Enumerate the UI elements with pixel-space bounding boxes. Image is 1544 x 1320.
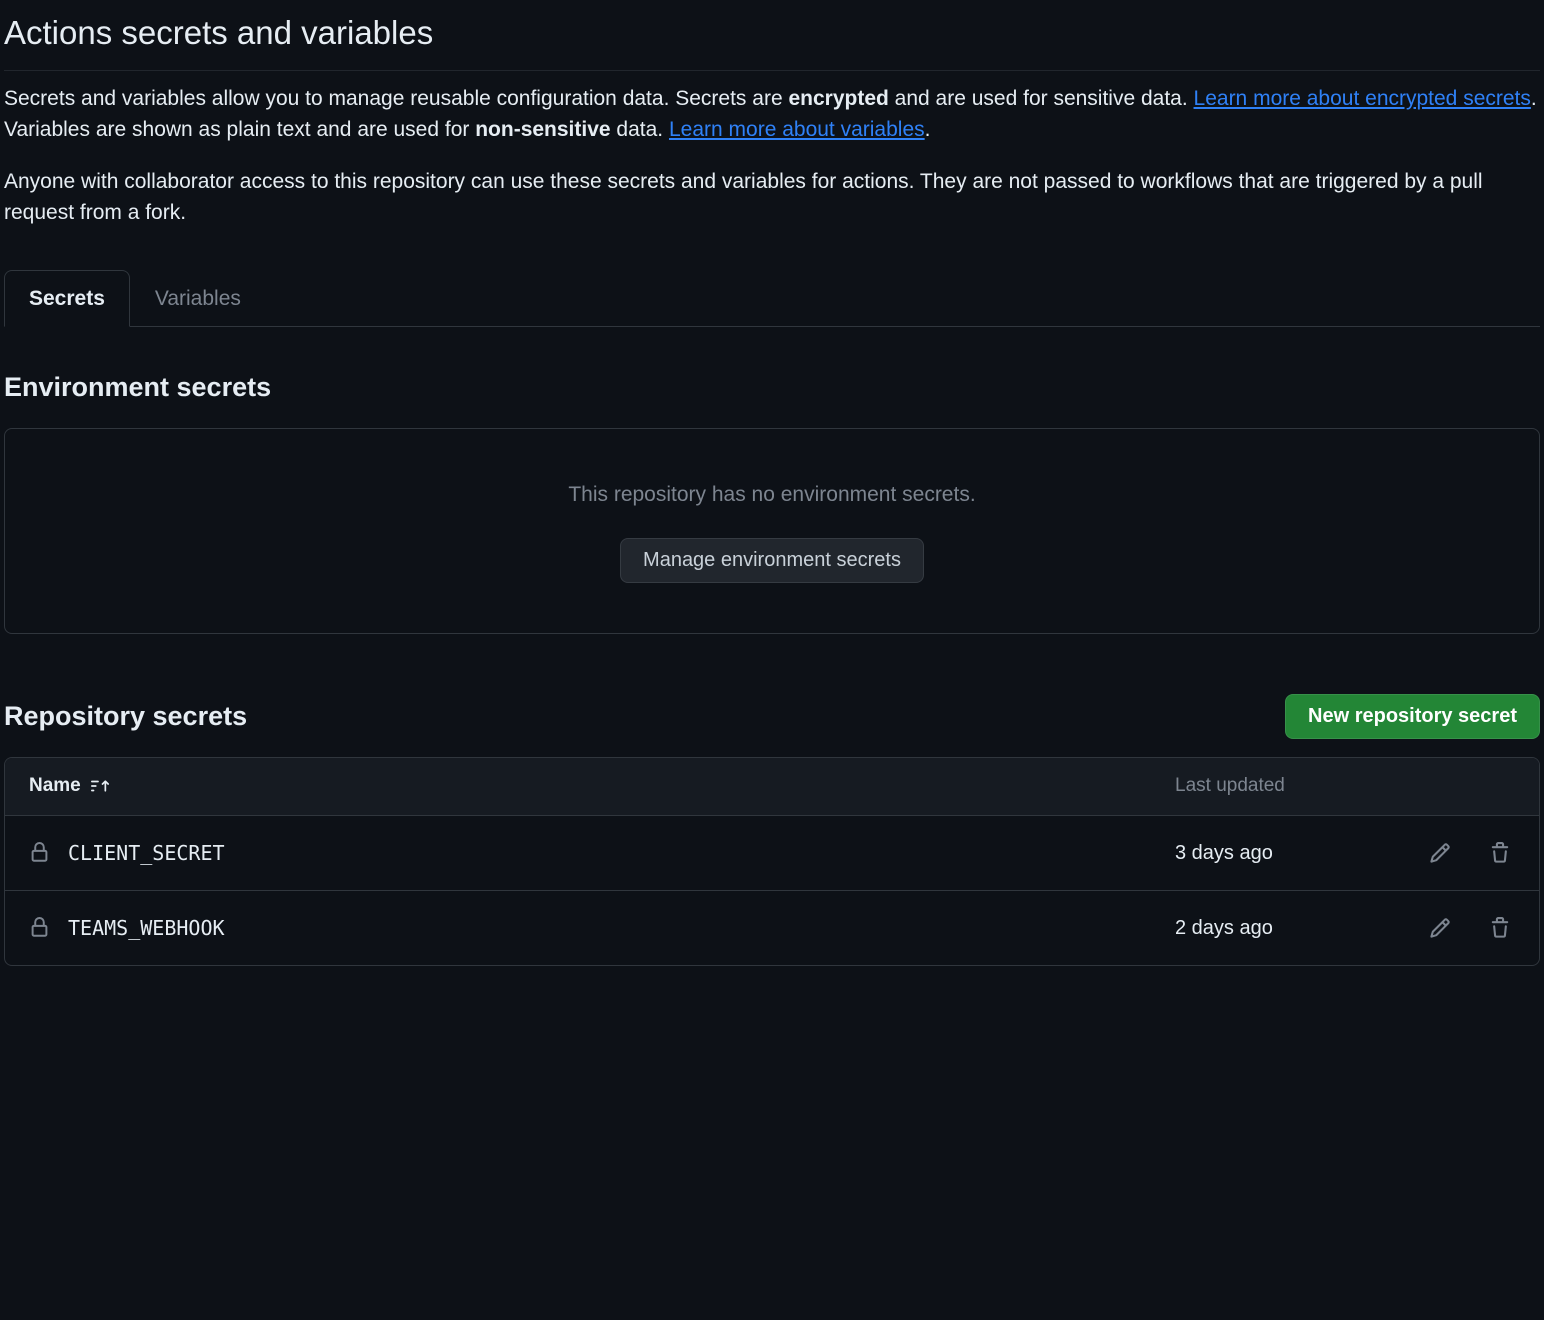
repo-secrets-table: Name Last updated CLIENT_SECRET 3 days a…	[4, 757, 1540, 966]
col-name-label: Name	[29, 772, 81, 801]
tabs: Secrets Variables	[4, 269, 1540, 328]
pencil-icon	[1429, 842, 1451, 864]
col-updated-header: Last updated	[1175, 772, 1375, 801]
table-header: Name Last updated	[5, 758, 1539, 815]
env-empty-text: This repository has no environment secre…	[25, 479, 1519, 511]
lock-icon	[29, 842, 50, 863]
delete-button[interactable]	[1485, 838, 1515, 868]
intro-bold-encrypted: encrypted	[788, 87, 888, 110]
intro-bold-nonsensitive: non-sensitive	[475, 118, 610, 141]
learn-variables-link[interactable]: Learn more about variables	[669, 118, 925, 141]
secret-updated: 2 days ago	[1175, 913, 1375, 943]
tab-variables[interactable]: Variables	[130, 270, 266, 328]
secret-updated: 3 days ago	[1175, 838, 1375, 868]
secret-name: CLIENT_SECRET	[68, 838, 225, 868]
page-title: Actions secrets and variables	[4, 8, 1540, 71]
table-row: CLIENT_SECRET 3 days ago	[5, 815, 1539, 890]
learn-secrets-link[interactable]: Learn more about encrypted secrets	[1194, 87, 1531, 110]
tab-secrets[interactable]: Secrets	[4, 270, 130, 328]
trash-icon	[1489, 917, 1511, 939]
table-row: TEAMS_WEBHOOK 2 days ago	[5, 890, 1539, 965]
repo-secrets-heading: Repository secrets	[4, 696, 247, 737]
pencil-icon	[1429, 917, 1451, 939]
new-repo-secret-button[interactable]: New repository secret	[1285, 694, 1540, 739]
edit-button[interactable]	[1425, 838, 1455, 868]
intro-text: Secrets and variables allow you to manag…	[4, 83, 1540, 229]
trash-icon	[1489, 842, 1511, 864]
col-actions-header	[1375, 772, 1515, 801]
intro-text-segment: and are used for sensitive data.	[889, 87, 1194, 110]
intro-text-segment: Secrets and variables allow you to manag…	[4, 87, 788, 110]
env-secrets-empty: This repository has no environment secre…	[4, 428, 1540, 635]
edit-button[interactable]	[1425, 913, 1455, 943]
intro-text-segment: .	[925, 118, 931, 141]
col-name-header[interactable]: Name	[29, 772, 1175, 801]
lock-icon	[29, 917, 50, 938]
env-secrets-heading: Environment secrets	[4, 367, 1540, 408]
secret-name: TEAMS_WEBHOOK	[68, 913, 225, 943]
sort-icon	[91, 777, 109, 795]
intro-text-segment: data.	[611, 118, 669, 141]
intro-para2: Anyone with collaborator access to this …	[4, 166, 1540, 229]
delete-button[interactable]	[1485, 913, 1515, 943]
manage-env-secrets-button[interactable]: Manage environment secrets	[620, 538, 924, 583]
